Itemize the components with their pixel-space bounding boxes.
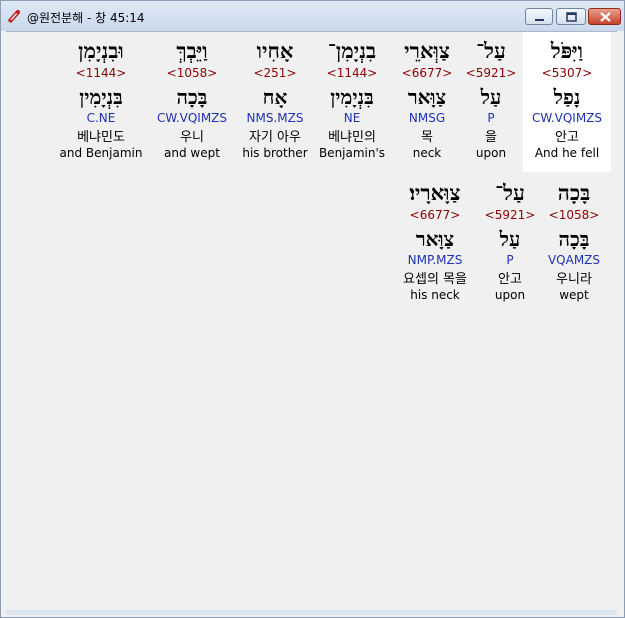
title-bar[interactable]: @원전분해 - 창 45:14: [1, 1, 624, 31]
word-cell[interactable]: צַוָּארָיו׃ <6677> צַוָּאר NMP.MZS 요셉의 목…: [387, 180, 483, 302]
hebrew-word: וּבִנְיָמִן: [78, 38, 124, 63]
korean-gloss: 베냐민도: [77, 130, 125, 145]
close-icon: [600, 12, 611, 22]
close-button[interactable]: [588, 8, 621, 25]
hebrew-word: צַוָּארָיו׃: [409, 180, 461, 205]
strong-number: <1058>: [166, 66, 218, 80]
maximize-button[interactable]: [556, 8, 586, 25]
morph-code: NMS.MZS: [246, 111, 304, 125]
window-title: @원전분해 - 창 45:14: [27, 11, 145, 25]
minimize-icon: [535, 19, 544, 21]
status-bar: [6, 610, 617, 615]
lemma-word: צַוָּאר: [415, 227, 455, 251]
strong-number: <6677>: [409, 208, 461, 222]
word-cell[interactable]: וּבִנְיָמִן <1144> בִּנְיָמִין C.NE 베냐민도…: [53, 38, 149, 160]
english-gloss: and wept: [164, 146, 220, 160]
lemma-word: בִּנְיָמִין: [79, 85, 123, 109]
korean-gloss: 우니: [180, 130, 204, 145]
korean-gloss: 자기 아우: [249, 130, 301, 145]
word-cell[interactable]: וַיֵּבְךְּ <1058> בָּכָה CW.VQIMZS 우니 an…: [144, 38, 240, 160]
app-logo-icon[interactable]: [6, 8, 22, 24]
morph-code: C.NE: [86, 111, 116, 125]
english-gloss: his brother: [242, 146, 308, 160]
english-gloss: and Benjamin: [59, 146, 143, 160]
strong-number: <251>: [253, 66, 297, 80]
hebrew-word: וַיֵּבְךְּ: [176, 38, 208, 63]
maximize-icon: [566, 12, 577, 22]
hebrew-word: אָחִיו: [256, 38, 294, 63]
lemma-word: אָח: [262, 85, 288, 109]
english-gloss: his neck: [410, 288, 460, 302]
minimize-button[interactable]: [525, 8, 553, 25]
strong-number: <1144>: [75, 66, 127, 80]
morph-code: CW.VQIMZS: [156, 111, 228, 125]
application-window: @원전분해 - 창 45:14 וַיִּפֹּל <5307> נָפַל C…: [0, 0, 625, 618]
morph-code: NMP.MZS: [407, 253, 463, 267]
word-cell[interactable]: אָחִיו <251> אָח NMS.MZS 자기 아우 his broth…: [227, 38, 323, 160]
korean-gloss: 요셉의 목을: [403, 272, 467, 287]
lemma-word: בָּכָה: [176, 85, 208, 109]
